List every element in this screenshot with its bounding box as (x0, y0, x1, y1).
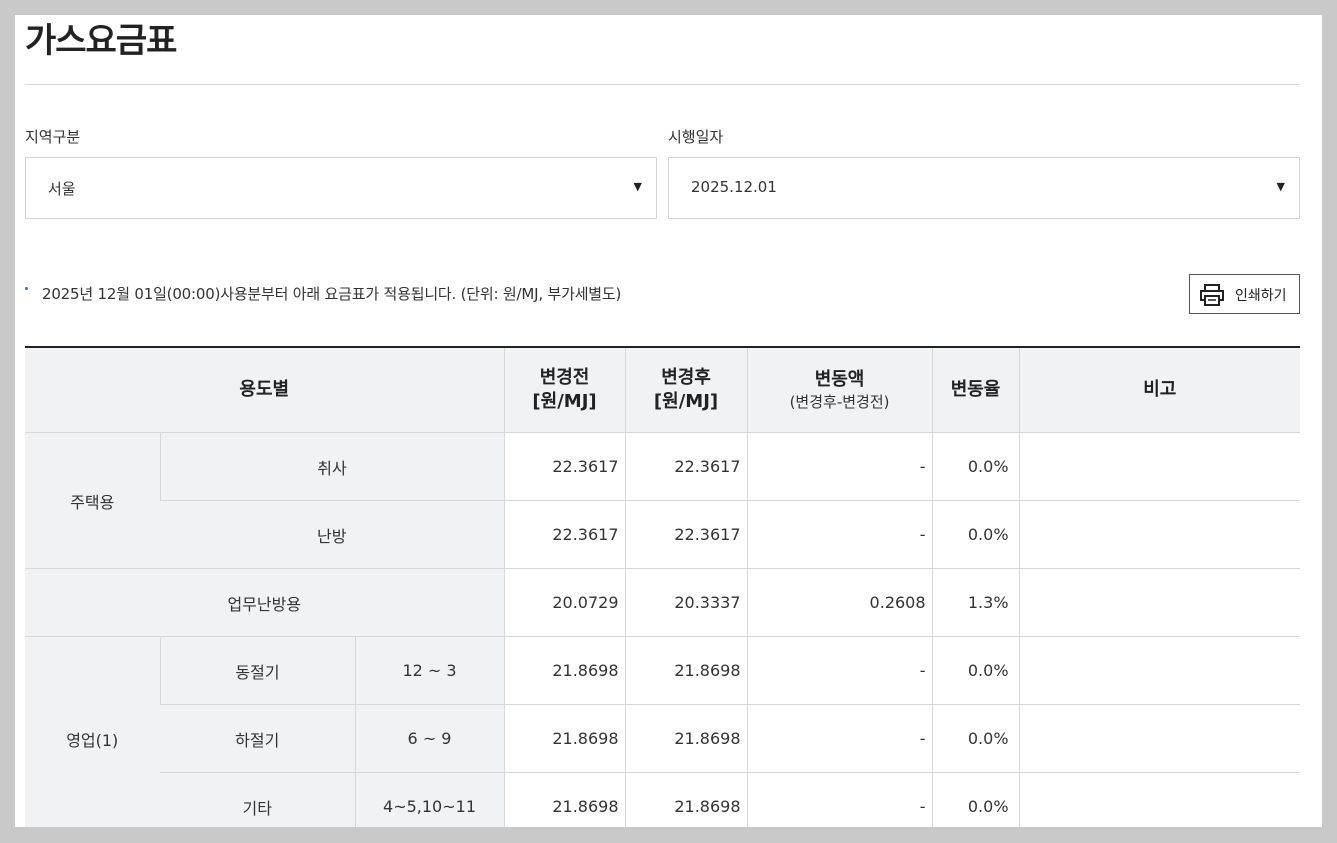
dropdown-arrow-icon: ▼ (1276, 180, 1285, 193)
bullet-icon (25, 287, 28, 290)
date-select[interactable]: 2025.12.01 ▼ (668, 157, 1300, 219)
header-diff-label: 변동액 (814, 368, 865, 390)
after-value: 21.8698 (624, 636, 748, 705)
header-after-unit: [원/MJ] (653, 391, 719, 412)
header-after: 변경후 [원/MJ] (624, 347, 748, 433)
ratio-value: 0.0% (931, 636, 1020, 705)
group-business1: 영업(1) (25, 636, 160, 827)
note-value (1018, 772, 1301, 827)
after-value: 20.3337 (624, 568, 748, 637)
table-header-row: 용도별 변경전 [원/MJ] 변경후 [원/MJ] 변동액 (변경후-변경전) … (25, 347, 1301, 433)
after-value: 22.3617 (624, 500, 748, 569)
header-usage: 용도별 (25, 347, 505, 433)
note-value (1018, 704, 1301, 773)
usage-type: 업무난방용 (25, 568, 505, 637)
ratio-value: 0.0% (931, 500, 1020, 569)
months: 12 ~ 3 (354, 636, 505, 705)
table-row: 기타 4~5,10~11 21.8698 21.8698 - 0.0% (25, 772, 1301, 827)
months: 4~5,10~11 (354, 772, 505, 827)
diff-value: 0.2608 (746, 568, 933, 637)
usage-type: 난방 (160, 500, 505, 569)
after-value: 22.3617 (624, 432, 748, 501)
before-value: 21.8698 (503, 704, 626, 773)
region-label: 지역구분 (25, 128, 81, 146)
ratio-value: 0.0% (931, 432, 1020, 501)
diff-value: - (746, 432, 933, 501)
header-after-label: 변경후 (661, 366, 711, 388)
notice-text: 2025년 12월 01일(00:00)사용분부터 아래 요금표가 적용됩니다.… (42, 285, 622, 303)
season: 하절기 (160, 704, 355, 773)
after-value: 21.8698 (624, 772, 748, 827)
header-before-label: 변경전 (539, 366, 590, 388)
note-value (1018, 636, 1301, 705)
table-row: 주택용 취사 22.3617 22.3617 - 0.0% (25, 432, 1301, 569)
header-before-unit: [원/MJ] (532, 391, 597, 412)
ratio-value: 0.0% (931, 704, 1020, 773)
group-residential: 주택용 (25, 432, 160, 569)
note-value (1018, 432, 1301, 501)
diff-value: - (746, 636, 933, 705)
header-before: 변경전 [원/MJ] (503, 347, 626, 433)
before-value: 20.0729 (503, 568, 626, 637)
date-label: 시행일자 (668, 128, 724, 146)
note-value (1018, 500, 1301, 569)
print-button-label: 인쇄하기 (1235, 288, 1287, 304)
diff-value: - (746, 500, 933, 569)
print-button[interactable]: 인쇄하기 (1189, 274, 1300, 314)
ratio-value: 0.0% (931, 772, 1020, 827)
page-container: 가스요금표 지역구분 서울 ▼ 시행일자 2025.12.01 ▼ 2025년 … (15, 15, 1322, 827)
header-note: 비고 (1018, 347, 1301, 433)
note-value (1018, 568, 1301, 637)
header-diff-sub: (변경후-변경전) (789, 393, 890, 412)
header-ratio: 변동율 (931, 347, 1020, 433)
table-row: 영업(1) 동절기 12 ~ 3 21.8698 21.8698 - 0.0% (25, 636, 1301, 827)
printer-icon (1200, 284, 1224, 306)
page-title: 가스요금표 (25, 21, 177, 61)
before-value: 22.3617 (503, 500, 626, 569)
season: 기타 (160, 772, 355, 827)
ratio-value: 1.3% (931, 568, 1020, 637)
table-row: 난방 22.3617 22.3617 - 0.0% (25, 500, 1301, 569)
table-row: 업무난방용 20.0729 20.3337 0.2608 1.3% (25, 568, 1301, 637)
before-value: 22.3617 (503, 432, 626, 501)
title-divider (25, 84, 1300, 85)
table-row: 하절기 6 ~ 9 21.8698 21.8698 - 0.0% (25, 704, 1301, 773)
months: 6 ~ 9 (354, 704, 505, 773)
before-value: 21.8698 (503, 772, 626, 827)
region-select-value: 서울 (48, 180, 76, 198)
diff-value: - (746, 704, 933, 773)
diff-value: - (746, 772, 933, 827)
region-select[interactable]: 서울 ▼ (25, 157, 657, 219)
usage-type: 취사 (159, 432, 505, 501)
dropdown-arrow-icon: ▼ (633, 180, 642, 193)
rate-table: 용도별 변경전 [원/MJ] 변경후 [원/MJ] 변동액 (변경후-변경전) … (25, 346, 1301, 827)
before-value: 21.8698 (503, 636, 626, 705)
date-select-value: 2025.12.01 (691, 178, 777, 196)
season: 동절기 (159, 636, 355, 705)
header-diff: 변동액 (변경후-변경전) (746, 347, 933, 433)
after-value: 21.8698 (624, 704, 748, 773)
